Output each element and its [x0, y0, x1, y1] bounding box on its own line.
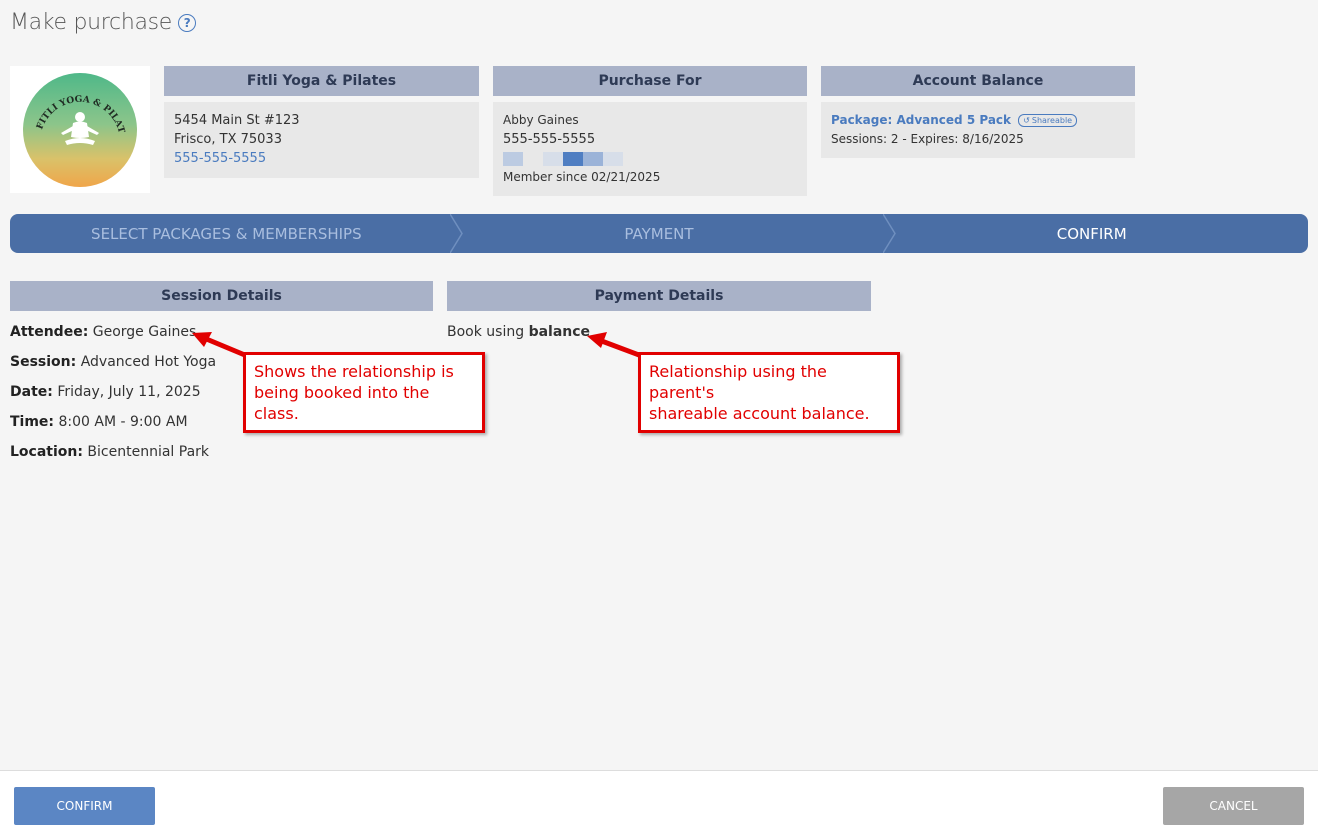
account-balance-body: Package: Advanced 5 Pack ↺ Shareable Ses… — [821, 102, 1135, 158]
shareable-badge-label: Shareable — [1031, 116, 1073, 125]
purchase-for-card: Purchase For Abby Gaines 555-555-5555 Me… — [493, 66, 807, 196]
payment-method-row: Book using balance — [447, 324, 590, 340]
studio-address-line2: Frisco, TX 75033 — [174, 132, 282, 147]
step-select-packages[interactable]: SELECT PACKAGES & MEMBERSHIPS — [10, 214, 443, 253]
member-name: Abby Gaines — [503, 113, 579, 127]
callout-attendee-line2: being booked into the class. — [254, 383, 430, 423]
time-label: Time: — [10, 414, 55, 430]
session-label: Session: — [10, 354, 77, 370]
package-name-link[interactable]: Package: Advanced 5 Pack — [831, 113, 1011, 127]
date-row: Date: Friday, July 11, 2025 — [10, 384, 201, 400]
studio-address-line1: 5454 Main St #123 — [174, 113, 300, 128]
redacted-email — [503, 152, 797, 166]
callout-payment-line2: shareable account balance. — [649, 404, 870, 423]
callout-attendee-line1: Shows the relationship is — [254, 362, 454, 381]
shareable-badge: ↺ Shareable — [1018, 114, 1078, 127]
callout-payment-line1: Relationship using the parent's — [649, 362, 827, 402]
step-payment-label: PAYMENT — [624, 224, 694, 243]
studio-logo-image: FITLI YOGA & PILATES — [21, 71, 137, 187]
callout-payment-note: Relationship using the parent's shareabl… — [638, 352, 900, 433]
location-label: Location: — [10, 444, 83, 460]
purchase-for-title: Purchase For — [493, 66, 807, 96]
step-confirm[interactable]: CONFIRM — [875, 214, 1308, 253]
session-details-heading: Session Details — [10, 281, 433, 311]
step-separator-1 — [450, 214, 463, 253]
attendee-row: Attendee: George Gaines — [10, 324, 196, 340]
page-title-text: Make purchase — [10, 10, 173, 35]
book-using-text: Book using — [447, 324, 525, 340]
session-row: Session: Advanced Hot Yoga — [10, 354, 216, 370]
date-value: Friday, July 11, 2025 — [57, 384, 201, 400]
payment-method-value: balance — [528, 324, 591, 340]
studio-card-title: Fitli Yoga & Pilates — [164, 66, 479, 96]
attendee-label: Attendee: — [10, 324, 89, 340]
step-payment[interactable]: PAYMENT — [443, 214, 876, 253]
location-row: Location: Bicentennial Park — [10, 444, 209, 460]
payment-details-heading: Payment Details — [447, 281, 871, 311]
footer-bar: CONFIRM CANCEL — [0, 770, 1318, 835]
time-value: 8:00 AM - 9:00 AM — [58, 414, 188, 430]
member-phone: 555-555-5555 — [503, 132, 596, 147]
page-title: Make purchase ? — [10, 10, 197, 35]
studio-card-body: 5454 Main St #123 Frisco, TX 75033 555-5… — [164, 102, 479, 178]
callout-attendee-note: Shows the relationship is being booked i… — [243, 352, 485, 433]
cancel-button[interactable]: CANCEL — [1163, 787, 1304, 825]
checkout-steps: SELECT PACKAGES & MEMBERSHIPS PAYMENT CO… — [10, 214, 1308, 253]
step-separator-2 — [883, 214, 896, 253]
step-confirm-label: CONFIRM — [1056, 224, 1127, 243]
step-select-packages-label: SELECT PACKAGES & MEMBERSHIPS — [91, 224, 362, 243]
share-icon: ↺ — [1023, 116, 1030, 125]
studio-phone-link[interactable]: 555-555-5555 — [174, 149, 469, 168]
location-value: Bicentennial Park — [87, 444, 210, 460]
member-since: Member since 02/21/2025 — [503, 170, 661, 184]
purchase-for-body: Abby Gaines 555-555-5555 Member since 02… — [493, 102, 807, 196]
studio-card: Fitli Yoga & Pilates 5454 Main St #123 F… — [164, 66, 479, 178]
account-balance-card: Account Balance Package: Advanced 5 Pack… — [821, 66, 1135, 158]
package-sessions: Sessions: 2 - Expires: 8/16/2025 — [831, 132, 1024, 146]
time-row: Time: 8:00 AM - 9:00 AM — [10, 414, 188, 430]
help-icon[interactable]: ? — [178, 13, 197, 32]
date-label: Date: — [10, 384, 53, 400]
studio-logo: FITLI YOGA & PILATES — [10, 66, 150, 193]
attendee-value: George Gaines — [92, 324, 197, 340]
account-balance-title: Account Balance — [821, 66, 1135, 96]
confirm-button[interactable]: CONFIRM — [14, 787, 155, 825]
